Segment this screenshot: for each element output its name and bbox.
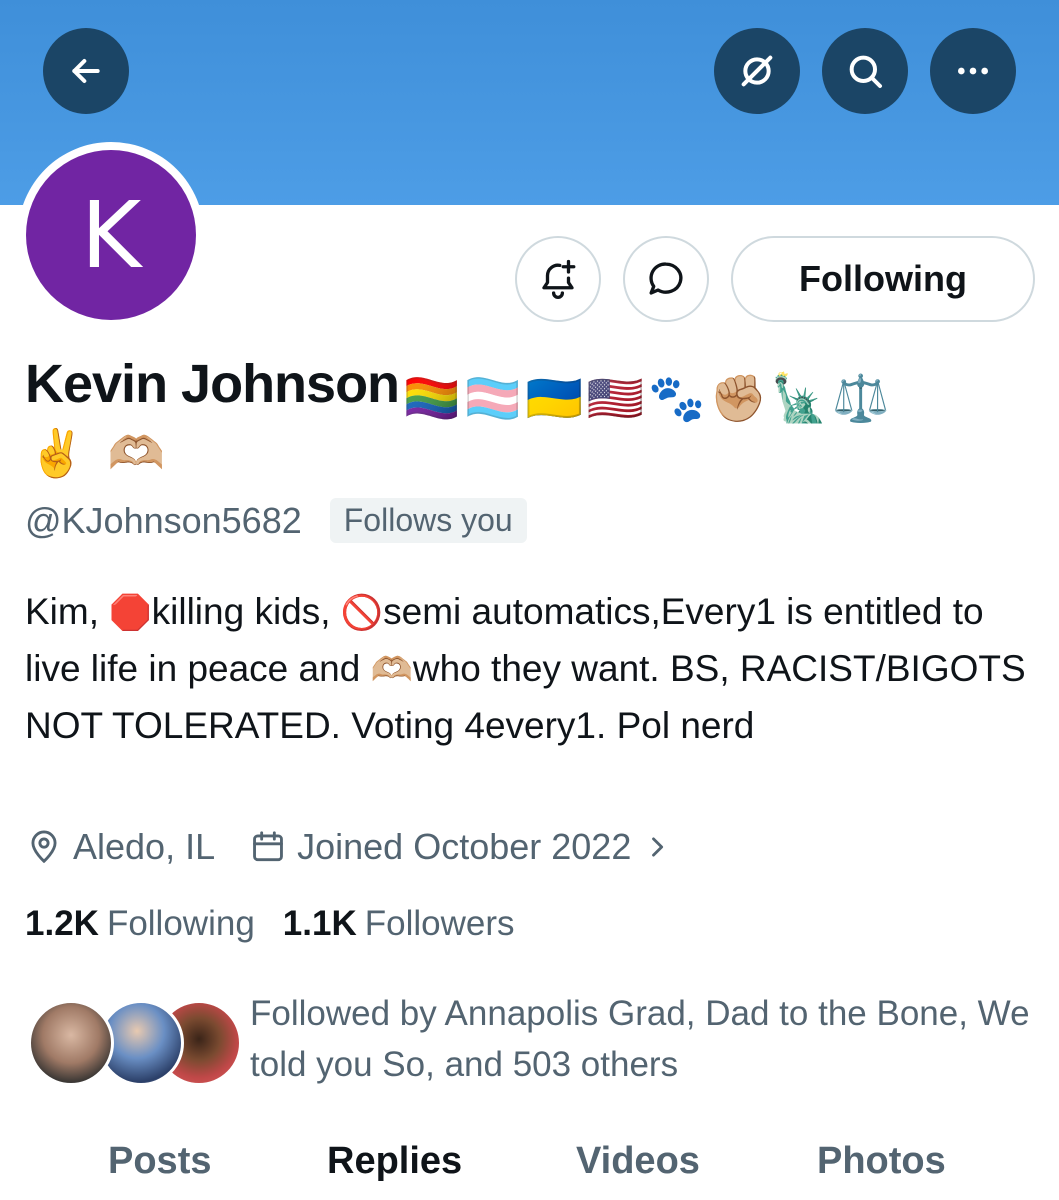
notifications-button[interactable]: [515, 236, 601, 322]
grok-slash-icon: [741, 55, 773, 87]
following-stat[interactable]: 1.2K Following: [25, 904, 255, 944]
name-emoji: 🏳️‍🌈: [403, 371, 461, 424]
stop-sign-emoji: 🛑: [109, 594, 152, 632]
name-emoji: 🇺🇦: [525, 371, 583, 424]
heart-hands-emoji: 🫶🏼: [370, 651, 413, 689]
followers-label: Followers: [364, 904, 515, 943]
handle-row: @KJohnson5682 Follows you: [25, 498, 527, 543]
following-label: Following: [106, 904, 255, 943]
avatar-letter: K: [80, 181, 142, 289]
tab-photos[interactable]: Photos: [817, 1140, 946, 1183]
display-name-emoji-row: ✌️ 🫶🏼: [28, 420, 165, 486]
location: Aledo, IL: [25, 826, 215, 868]
location-pin-icon: [31, 830, 57, 864]
joined-text: Joined October 2022: [297, 826, 632, 867]
following-count: 1.2K: [25, 904, 99, 943]
profile-meta: Aledo, IL Joined October 2022: [25, 826, 715, 868]
mutual-avatar: [28, 1000, 114, 1086]
name-emoji: 🇺🇸: [586, 371, 645, 424]
tab-replies[interactable]: Replies: [327, 1140, 462, 1183]
profile-tabs: Posts Replies Videos Photos: [0, 1130, 1059, 1200]
name-emoji: 🐾: [648, 371, 706, 424]
followed-by-text: Followed by Annapolis Grad, Dad to the B…: [250, 994, 1030, 1084]
grok-button[interactable]: [714, 28, 800, 114]
followed-by[interactable]: Followed by Annapolis Grad, Dad to the B…: [28, 988, 1030, 1086]
bell-plus-icon: [542, 259, 576, 300]
mutual-avatars: [28, 988, 242, 1086]
name-emoji: 🫶🏼: [107, 427, 166, 479]
profile-bio: Kim, 🛑killing kids, 🚫semi automatics,Eve…: [25, 584, 1035, 754]
location-text: Aledo, IL: [73, 826, 216, 867]
name-emoji: 🗽: [770, 371, 829, 424]
more-button[interactable]: [930, 28, 1016, 114]
user-handle: @KJohnson5682: [25, 499, 302, 541]
avatar[interactable]: K: [18, 142, 204, 328]
joined-date[interactable]: Joined October 2022: [249, 826, 681, 868]
message-bubble-icon: [649, 262, 683, 295]
followers-count: 1.1K: [282, 904, 357, 943]
avatar-image: K: [26, 150, 196, 320]
tab-videos[interactable]: Videos: [576, 1140, 700, 1183]
message-button[interactable]: [623, 236, 709, 322]
name-emoji: ✌️: [28, 427, 86, 479]
back-button[interactable]: [43, 28, 129, 114]
calendar-icon: [253, 831, 283, 862]
display-name: Kevin Johnson: [25, 354, 400, 414]
chevron-right-icon: [652, 837, 664, 857]
name-emoji: ✊🏼: [709, 371, 767, 424]
bio-text: killing kids,: [151, 591, 341, 632]
bio-text: Kim,: [25, 591, 110, 632]
arrow-left-icon: [72, 59, 100, 83]
more-dots-icon: [958, 67, 988, 75]
name-emoji: 🏳️‍⚧️: [464, 371, 522, 424]
search-button[interactable]: [822, 28, 908, 114]
follows-you-badge: Follows you: [329, 498, 527, 543]
followers-stat[interactable]: 1.1K Followers: [283, 904, 515, 944]
display-name-row: Kevin Johnson🏳️‍🌈🏳️‍⚧️🇺🇦🇺🇸🐾✊🏼🗽⚖️: [25, 350, 1035, 431]
following-button[interactable]: Following: [731, 236, 1035, 322]
tab-posts[interactable]: Posts: [108, 1140, 211, 1183]
prohibited-emoji: 🚫: [340, 594, 384, 632]
follow-stats: 1.2K Following 1.1K Followers: [25, 904, 543, 944]
search-icon: [849, 55, 882, 88]
name-emoji: ⚖️: [832, 371, 890, 424]
